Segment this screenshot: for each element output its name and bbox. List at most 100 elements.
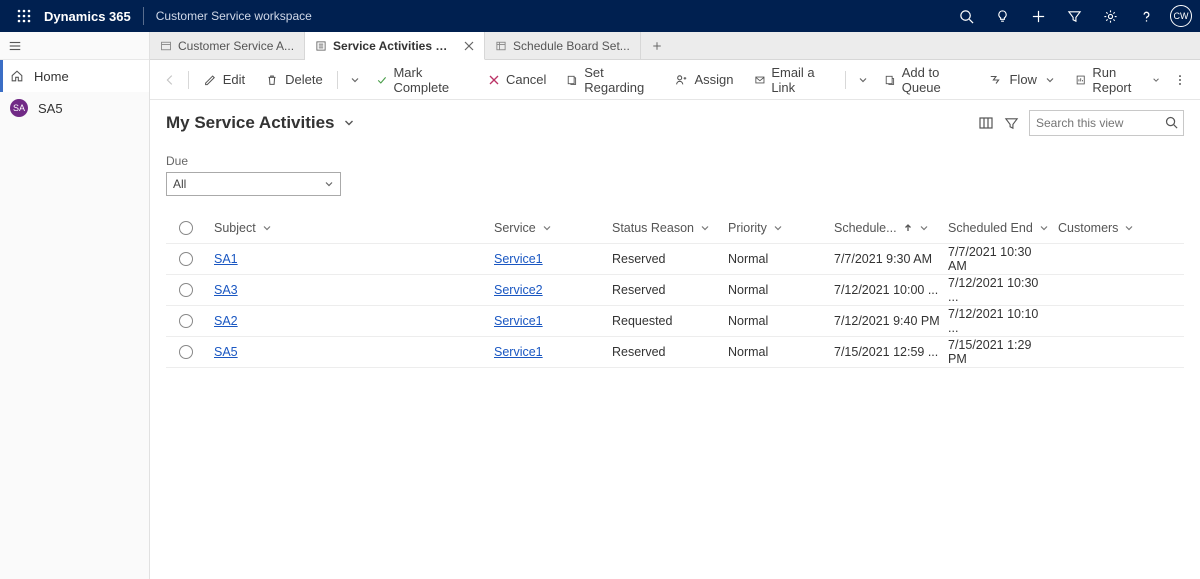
table-row[interactable]: SA3Service2ReservedNormal7/12/2021 10:00… <box>166 275 1184 306</box>
due-label: Due <box>166 154 1184 168</box>
chevron-down-icon <box>1039 223 1049 233</box>
delete-split-chevron[interactable] <box>346 75 364 85</box>
set-regarding-button[interactable]: Set Regarding <box>558 66 662 94</box>
end-cell: 7/15/2021 1:29 PM <box>948 338 1058 366</box>
cmd-label: Run Report <box>1092 65 1146 95</box>
tab-label: Customer Service A... <box>178 39 294 53</box>
service-link[interactable]: Service1 <box>494 345 543 359</box>
subject-link[interactable]: SA5 <box>214 345 238 359</box>
plus-icon[interactable] <box>1022 0 1054 32</box>
activity-badge-icon: SA <box>10 99 28 117</box>
chevron-down-icon <box>1124 223 1134 233</box>
sidebar-item-sa5[interactable]: SA SA5 <box>0 92 149 124</box>
tab-schedule-board[interactable]: Schedule Board Set... <box>485 32 641 59</box>
hamburger-icon[interactable] <box>8 39 22 53</box>
subject-link[interactable]: SA2 <box>214 314 238 328</box>
divider <box>143 7 144 25</box>
new-tab-button[interactable] <box>641 32 673 59</box>
col-subject[interactable]: Subject <box>214 221 494 235</box>
chevron-down-icon <box>700 223 710 233</box>
due-value: All <box>173 177 186 191</box>
search-icon[interactable] <box>1164 115 1179 130</box>
grid-header: Subject Service Status Reason Priority <box>166 212 1184 244</box>
gear-icon[interactable] <box>1094 0 1126 32</box>
sidebar-home-label: Home <box>34 69 69 84</box>
service-link[interactable]: Service1 <box>494 252 543 266</box>
status-cell: Reserved <box>612 345 728 359</box>
sort-asc-icon <box>903 223 913 233</box>
filter-icon[interactable] <box>1004 116 1019 131</box>
add-to-queue-button[interactable]: Add to Queue <box>876 66 978 94</box>
chevron-down-icon <box>262 223 272 233</box>
col-scheduled-end[interactable]: Scheduled End <box>948 221 1058 235</box>
col-priority[interactable]: Priority <box>728 221 834 235</box>
cancel-button[interactable]: Cancel <box>480 66 554 94</box>
start-cell: 7/7/2021 9:30 AM <box>834 252 948 266</box>
cmd-label: Email a Link <box>771 65 831 95</box>
run-report-button[interactable]: Run Report <box>1067 66 1169 94</box>
col-customers[interactable]: Customers <box>1058 221 1168 235</box>
service-link[interactable]: Service2 <box>494 283 543 297</box>
sidebar-item-home[interactable]: Home <box>0 60 149 92</box>
delete-button[interactable]: Delete <box>257 66 331 94</box>
table-row[interactable]: SA5Service1ReservedNormal7/15/2021 12:59… <box>166 337 1184 368</box>
top-bar: Dynamics 365 Customer Service workspace … <box>0 0 1200 32</box>
due-dropdown[interactable]: All <box>166 172 341 196</box>
app-launcher-icon[interactable] <box>8 0 40 32</box>
service-link[interactable]: Service1 <box>494 314 543 328</box>
search-icon[interactable] <box>950 0 982 32</box>
cmd-label: Edit <box>223 72 245 87</box>
back-button[interactable] <box>158 73 182 87</box>
email-link-button[interactable]: Email a Link <box>746 66 840 94</box>
status-cell: Reserved <box>612 252 728 266</box>
col-status[interactable]: Status Reason <box>612 221 728 235</box>
chevron-down-icon <box>919 223 929 233</box>
row-select[interactable] <box>166 314 214 328</box>
tab-icon <box>160 40 172 52</box>
close-icon[interactable] <box>464 41 474 51</box>
start-cell: 7/12/2021 9:40 PM <box>834 314 948 328</box>
avatar[interactable]: CW <box>1170 5 1192 27</box>
tab-icon <box>315 40 327 52</box>
end-cell: 7/12/2021 10:10 ... <box>948 307 1058 335</box>
select-all[interactable] <box>166 221 214 235</box>
row-select[interactable] <box>166 252 214 266</box>
workspace-label: Customer Service workspace <box>156 9 312 23</box>
row-select[interactable] <box>166 345 214 359</box>
more-commands-icon[interactable] <box>1169 73 1192 87</box>
divider <box>337 71 338 89</box>
edit-button[interactable]: Edit <box>195 66 253 94</box>
edit-columns-icon[interactable] <box>978 115 994 131</box>
row-select[interactable] <box>166 283 214 297</box>
assign-button[interactable]: Assign <box>666 66 741 94</box>
view-title: My Service Activities <box>166 113 335 133</box>
subject-link[interactable]: SA1 <box>214 252 238 266</box>
tab-customer-service[interactable]: Customer Service A... <box>150 32 305 59</box>
sidebar-sa-label: SA5 <box>38 101 63 116</box>
tab-strip: Customer Service A... Service Activities… <box>150 32 1200 60</box>
chevron-down-icon <box>773 223 783 233</box>
mark-complete-button[interactable]: Mark Complete <box>368 66 476 94</box>
email-link-split-chevron[interactable] <box>854 75 872 85</box>
table-row[interactable]: SA2Service1RequestedNormal7/12/2021 9:40… <box>166 306 1184 337</box>
search-input[interactable] <box>1030 116 1183 130</box>
tab-service-activities[interactable]: Service Activities My Ser... <box>305 32 485 60</box>
cmd-label: Add to Queue <box>902 65 970 95</box>
flow-button[interactable]: Flow <box>981 66 1062 94</box>
help-icon[interactable] <box>1130 0 1162 32</box>
view-selector[interactable]: My Service Activities <box>166 113 355 133</box>
col-service[interactable]: Service <box>494 221 612 235</box>
cmd-label: Delete <box>285 72 323 87</box>
lightbulb-icon[interactable] <box>986 0 1018 32</box>
avatar-initials: CW <box>1174 11 1189 21</box>
subject-link[interactable]: SA3 <box>214 283 238 297</box>
divider <box>845 71 846 89</box>
table-row[interactable]: SA1Service1ReservedNormal7/7/2021 9:30 A… <box>166 244 1184 275</box>
filter-icon[interactable] <box>1058 0 1090 32</box>
col-scheduled-start[interactable]: Schedule... <box>834 221 948 235</box>
chevron-down-icon <box>324 179 334 189</box>
brand-label: Dynamics 365 <box>44 9 131 24</box>
tab-label: Schedule Board Set... <box>513 39 630 53</box>
content-area: My Service Activities <box>150 100 1200 579</box>
search-input-wrapper <box>1029 110 1184 136</box>
